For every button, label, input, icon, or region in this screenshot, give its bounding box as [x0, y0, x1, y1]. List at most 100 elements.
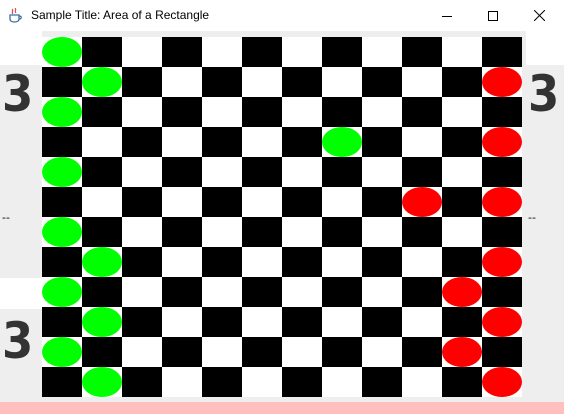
board-square[interactable]: [162, 367, 202, 397]
board-square[interactable]: [242, 277, 282, 307]
board-square[interactable]: [442, 247, 482, 277]
board-square[interactable]: [322, 187, 362, 217]
green-piece[interactable]: [322, 127, 362, 157]
board-square[interactable]: [282, 277, 322, 307]
board-square[interactable]: [42, 127, 82, 157]
green-piece[interactable]: [42, 277, 82, 307]
red-piece[interactable]: [402, 187, 442, 217]
board-square[interactable]: [442, 307, 482, 337]
board-square[interactable]: [122, 367, 162, 397]
board-square[interactable]: [242, 187, 282, 217]
board-square[interactable]: [122, 37, 162, 67]
board-square[interactable]: [442, 367, 482, 397]
board-square[interactable]: [402, 247, 442, 277]
board-square[interactable]: [482, 157, 522, 187]
board-square[interactable]: [162, 67, 202, 97]
board-square[interactable]: [122, 127, 162, 157]
board-square[interactable]: [442, 37, 482, 67]
board-square[interactable]: [42, 307, 82, 337]
board-square[interactable]: [482, 97, 522, 127]
board-square[interactable]: [122, 277, 162, 307]
board-square[interactable]: [402, 157, 442, 187]
red-piece[interactable]: [442, 277, 482, 307]
board-square[interactable]: [242, 217, 282, 247]
board-square[interactable]: [242, 247, 282, 277]
board-square[interactable]: [162, 247, 202, 277]
board-square[interactable]: [42, 367, 82, 397]
red-piece[interactable]: [482, 367, 522, 397]
board-square[interactable]: [42, 67, 82, 97]
board-square[interactable]: [322, 97, 362, 127]
minimize-button[interactable]: [424, 0, 470, 31]
board-square[interactable]: [442, 217, 482, 247]
red-piece[interactable]: [482, 307, 522, 337]
board-square[interactable]: [282, 97, 322, 127]
board-square[interactable]: [202, 247, 242, 277]
board-square[interactable]: [442, 67, 482, 97]
red-piece[interactable]: [442, 337, 482, 367]
board-square[interactable]: [362, 307, 402, 337]
board-square[interactable]: [122, 97, 162, 127]
board-square[interactable]: [122, 157, 162, 187]
board-square[interactable]: [282, 67, 322, 97]
board-square[interactable]: [282, 127, 322, 157]
board-square[interactable]: [82, 37, 122, 67]
board-square[interactable]: [202, 187, 242, 217]
board-square[interactable]: [322, 247, 362, 277]
red-piece[interactable]: [482, 187, 522, 217]
board-square[interactable]: [242, 337, 282, 367]
board-square[interactable]: [482, 337, 522, 367]
board-square[interactable]: [82, 157, 122, 187]
board-square[interactable]: [322, 157, 362, 187]
board-square[interactable]: [242, 37, 282, 67]
board-square[interactable]: [282, 187, 322, 217]
board-square[interactable]: [242, 367, 282, 397]
board-square[interactable]: [202, 157, 242, 187]
board-square[interactable]: [322, 367, 362, 397]
board-square[interactable]: [202, 367, 242, 397]
board-square[interactable]: [442, 157, 482, 187]
board-square[interactable]: [162, 277, 202, 307]
board-square[interactable]: [282, 37, 322, 67]
board-square[interactable]: [122, 187, 162, 217]
green-piece[interactable]: [42, 97, 82, 127]
board-square[interactable]: [202, 67, 242, 97]
board-square[interactable]: [362, 157, 402, 187]
green-piece[interactable]: [42, 217, 82, 247]
board-square[interactable]: [242, 97, 282, 127]
board-square[interactable]: [402, 217, 442, 247]
board-square[interactable]: [122, 337, 162, 367]
board-square[interactable]: [162, 37, 202, 67]
board-square[interactable]: [162, 337, 202, 367]
board-square[interactable]: [402, 67, 442, 97]
board-square[interactable]: [122, 217, 162, 247]
green-piece[interactable]: [82, 367, 122, 397]
board-square[interactable]: [442, 187, 482, 217]
board-square[interactable]: [362, 97, 402, 127]
board-square[interactable]: [362, 67, 402, 97]
board-square[interactable]: [482, 217, 522, 247]
board-square[interactable]: [362, 217, 402, 247]
board-square[interactable]: [322, 37, 362, 67]
board-square[interactable]: [202, 97, 242, 127]
board-square[interactable]: [362, 337, 402, 367]
board-square[interactable]: [362, 247, 402, 277]
board-square[interactable]: [322, 307, 362, 337]
board-square[interactable]: [162, 97, 202, 127]
board-square[interactable]: [282, 367, 322, 397]
board-square[interactable]: [402, 277, 442, 307]
board-square[interactable]: [82, 187, 122, 217]
board-square[interactable]: [402, 367, 442, 397]
board-square[interactable]: [362, 127, 402, 157]
board-square[interactable]: [282, 157, 322, 187]
title-bar[interactable]: Sample Title: Area of a Rectangle: [0, 0, 564, 31]
board-square[interactable]: [322, 217, 362, 247]
checker-board[interactable]: [42, 37, 522, 397]
green-piece[interactable]: [42, 337, 82, 367]
board-square[interactable]: [362, 187, 402, 217]
maximize-button[interactable]: [470, 0, 516, 31]
board-square[interactable]: [82, 97, 122, 127]
board-square[interactable]: [242, 127, 282, 157]
board-square[interactable]: [442, 127, 482, 157]
board-square[interactable]: [282, 247, 322, 277]
